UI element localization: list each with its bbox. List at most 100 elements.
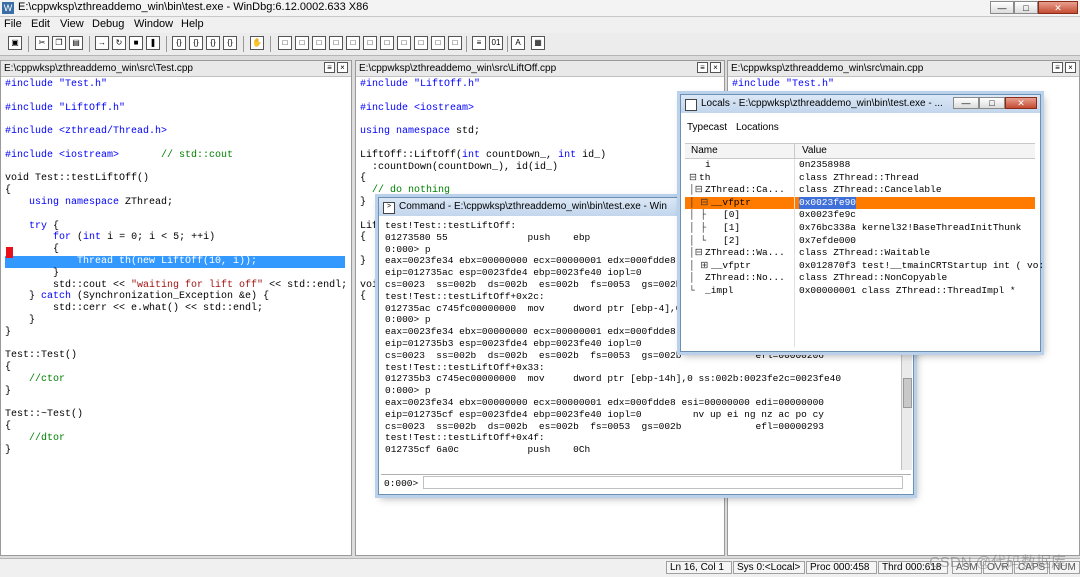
window-icon[interactable]: □ [448,36,462,50]
step-over-icon[interactable]: {} [189,36,203,50]
column-divider[interactable] [794,144,795,158]
options-icon[interactable]: ▦ [531,36,545,50]
code-token: { [5,185,12,197]
pane-menu-icon[interactable]: ≡ [1052,62,1063,73]
locals-window-icon[interactable]: □ [312,36,326,50]
locals-row[interactable]: ⊟ th class ZThread::Thread [685,172,1035,185]
close-button[interactable]: ✕ [1038,1,1078,14]
column-value[interactable]: Value [802,145,827,156]
locals-row[interactable]: │ ├ [0] 0x0023fe9c [685,209,1035,222]
local-value: class ZThread::NonCopyable [799,272,948,284]
source-pane-test[interactable]: E:\cppwksp\zthreaddemo_win\src\Test.cpp … [0,60,352,556]
code-line: std::cerr << e.what() << std::endl; [5,303,347,315]
minimize-button[interactable]: — [990,1,1014,14]
locals-grid[interactable]: i 0n2358988 ⊟ th class ZThread::Thread │⊟ ZThr… [685,159,1044,301]
code-editor[interactable]: #include "Test.h" #include "LiftOff.h" #in… [5,79,347,457]
locals-close-button[interactable]: ✕ [1005,97,1037,109]
locals-row[interactable]: │ └ [2] 0x7efde000 [685,235,1035,248]
tree-expander-icon[interactable]: │ ├ [689,209,706,222]
registers-window-icon[interactable]: □ [329,36,343,50]
local-name: [1] [723,222,741,233]
tree-expander-icon[interactable]: │ ├ [689,222,706,235]
hand-icon[interactable]: ✋ [250,36,264,50]
tree-expander-icon[interactable]: │ └ [689,235,706,248]
status-bar: Ln 16, Col 1 Sys 0:<Local> Proc 000:458 … [0,558,1080,577]
run-to-cursor-icon[interactable]: {} [223,36,237,50]
locals-window[interactable]: Locals - E:\cppwksp\zthreaddemo_win\bin\… [680,94,1044,352]
tree-expander-icon[interactable]: │⊟ [689,184,703,197]
code-line: Thread th(new LiftOff(10, i)); [5,255,345,268]
locals-row[interactable]: │⊟ ZThread::Wa... class ZThread::Waitable [685,247,1035,260]
step-into-icon[interactable]: {} [172,36,186,50]
tree-expander-icon[interactable]: ⊟ [689,172,697,185]
code-line: { [5,244,347,256]
local-value: 0x7efde000 [799,234,857,246]
go-icon[interactable]: → [95,36,109,50]
local-name: th [699,171,711,183]
code-line: #include "Test.h" [732,79,834,91]
menu-file[interactable]: File [4,18,22,30]
restart-icon[interactable]: ↻ [112,36,126,50]
tree-expander-icon[interactable]: │ ⊞ [689,260,708,273]
menu-window[interactable]: Window [134,18,173,30]
code-line: using namespace std; [360,126,606,138]
maximize-button[interactable]: □ [1014,1,1038,14]
locals-row[interactable]: │ ZThread::No... class ZThread::NonCopyab… [685,272,1035,285]
locals-minimize-button[interactable]: — [953,97,979,109]
menu-edit[interactable]: Edit [31,18,50,30]
paste-icon[interactable]: ▤ [69,36,83,50]
processes-threads-icon[interactable]: □ [414,36,428,50]
open-icon[interactable]: ▣ [8,36,22,50]
code-line: } [5,327,347,339]
column-name[interactable]: Name [691,145,718,156]
code-line: Test::~Test() [5,409,347,421]
scrollbar-thumb[interactable] [903,378,912,408]
tree-expander-icon[interactable]: └ [689,285,695,298]
hex-icon[interactable]: 01 [489,36,503,50]
command-output-line: eip=012735cf esp=0023fde4 ebp=0023fe40 i… [385,408,824,420]
code-line: using namespace ZThread; [5,197,347,209]
disassembly-icon[interactable]: □ [380,36,394,50]
source-mode-toggle-icon[interactable]: ≡ [472,36,486,50]
locals-row[interactable]: └ _impl 0x00000001 class ZThread::ThreadI… [685,285,1035,298]
locals-row[interactable]: i 0n2358988 [685,159,1035,172]
font-icon[interactable]: A [511,36,525,50]
source-mode-icon[interactable]: □ [431,36,445,50]
menu-debug[interactable]: Debug [92,18,124,30]
toolbar-separator [89,36,90,52]
code-line: #include <iostream> [360,103,606,115]
typecast-button[interactable]: Typecast [687,122,727,133]
menu-help[interactable]: Help [181,18,204,30]
pane-close-icon[interactable]: × [1065,62,1076,73]
locals-row[interactable]: │ ├ [1] 0x76bc338a kernel32!BaseThreadInit… [685,222,1035,235]
code-editor[interactable]: #include "Test.h" [732,79,834,91]
locals-row[interactable]: │ ⊞ __vfptr 0x012870f3 test!__tmainCRTStar… [685,260,1044,273]
step-out-icon[interactable]: {} [206,36,220,50]
locals-row[interactable]: │⊟ ZThread::Ca... class ZThread::Cancelabl… [685,184,1035,197]
locations-button[interactable]: Locations [736,122,779,133]
pane-menu-icon[interactable]: ≡ [697,62,708,73]
local-value: 0x012870f3 test!__tmainCRTStartup int ( … [799,259,1045,271]
tree-expander-icon[interactable]: │ ⊟ [689,197,708,210]
locals-row[interactable]: │ ⊟ __vfptr 0x0023fe90 [685,196,1035,210]
command-input[interactable] [423,476,903,489]
stop-debugging-icon[interactable]: ■ [129,36,143,50]
pane-menu-icon[interactable]: ≡ [324,62,335,73]
memory-window-icon[interactable]: □ [346,36,360,50]
command-window-icon[interactable]: □ [278,36,292,50]
pane-close-icon[interactable]: × [337,62,348,73]
menu-view[interactable]: View [60,18,84,30]
tree-expander-icon[interactable]: │⊟ [689,247,703,260]
watch-window-icon[interactable]: □ [295,36,309,50]
break-icon[interactable]: ❚ [146,36,160,50]
local-name: ZThread::Ca... [705,184,785,196]
call-stack-icon[interactable]: □ [363,36,377,50]
tree-expander-icon[interactable]: │ [689,272,695,285]
copy-icon[interactable]: ❐ [52,36,66,50]
pane-close-icon[interactable]: × [710,62,721,73]
cut-icon[interactable]: ✂ [35,36,49,50]
locals-maximize-button[interactable]: □ [979,97,1005,109]
scratch-pad-icon[interactable]: □ [397,36,411,50]
